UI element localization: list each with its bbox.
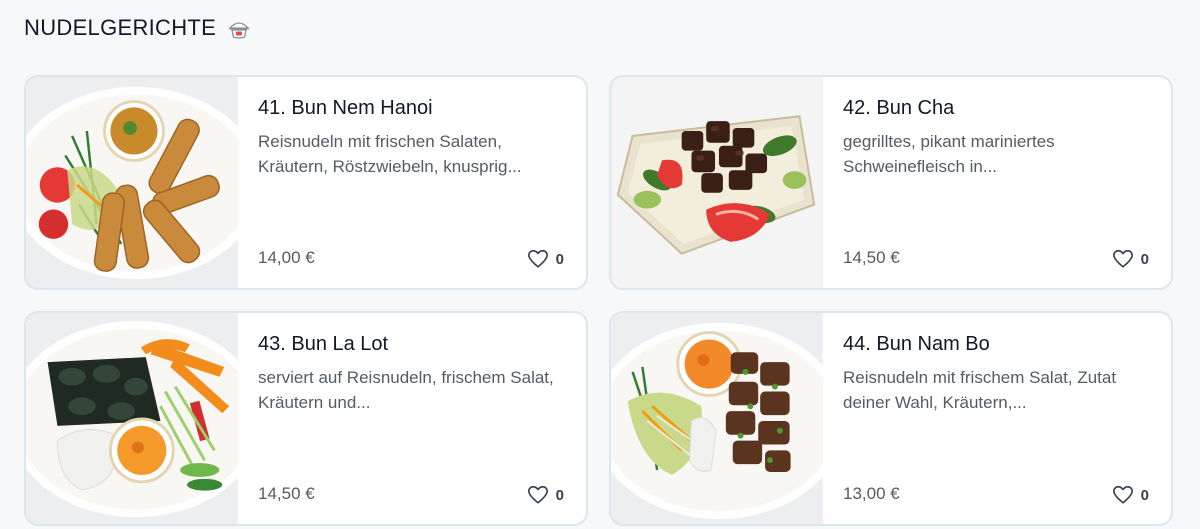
item-price: 13,00 € (843, 484, 900, 503)
section-header: NUDELGERICHTE (24, 14, 252, 42)
item-price: 14,50 € (258, 484, 315, 503)
bun-cha-dish-image (611, 77, 823, 288)
heart-icon (1112, 484, 1134, 506)
item-description: gegrilltes, pikant mariniertes Schweinef… (843, 132, 1055, 176)
item-description: Reisnudeln mit frischem Salat, Zutat dei… (843, 368, 1117, 412)
bun-nem-dish-image (26, 77, 238, 288)
bun-la-lot-dish-image (26, 313, 238, 524)
item-title: 43. Bun La Lot (258, 333, 389, 355)
item-title: 44. Bun Nam Bo (843, 333, 990, 355)
heart-icon (527, 248, 549, 270)
like-count: 0 (1140, 250, 1149, 268)
item-description: serviert auf Reisnudeln, frischem Salat,… (258, 368, 554, 412)
menu-item-card[interactable]: 44. Bun Nam Bo Reisnudeln mit frischem S… (609, 311, 1173, 526)
menu-item-card[interactable]: 43. Bun La Lot serviert auf Reisnudeln, … (24, 311, 588, 526)
like-button[interactable]: 0 (527, 484, 564, 506)
like-count: 0 (555, 250, 564, 268)
bun-nam-bo-dish-image (611, 313, 823, 524)
item-description: Reisnudeln mit frischen Salaten, Kräuter… (258, 132, 522, 176)
like-count: 0 (555, 486, 564, 504)
like-button[interactable]: 0 (1112, 484, 1149, 506)
like-button[interactable]: 0 (1112, 248, 1149, 270)
item-price: 14,00 € (258, 248, 315, 267)
menu-item-card[interactable]: 41. Bun Nem Hanoi Reisnudeln mit frische… (24, 75, 588, 290)
heart-icon (527, 484, 549, 506)
item-title: 41. Bun Nem Hanoi (258, 97, 433, 119)
noodle-bowl-icon (226, 15, 252, 41)
like-button[interactable]: 0 (527, 248, 564, 270)
menu-item-card[interactable]: 42. Bun Cha gegrilltes, pikant mariniert… (609, 75, 1173, 290)
item-title: 42. Bun Cha (843, 97, 955, 119)
heart-icon (1112, 248, 1134, 270)
section-title: NUDELGERICHTE (24, 15, 217, 40)
item-price: 14,50 € (843, 248, 900, 267)
like-count: 0 (1140, 486, 1149, 504)
